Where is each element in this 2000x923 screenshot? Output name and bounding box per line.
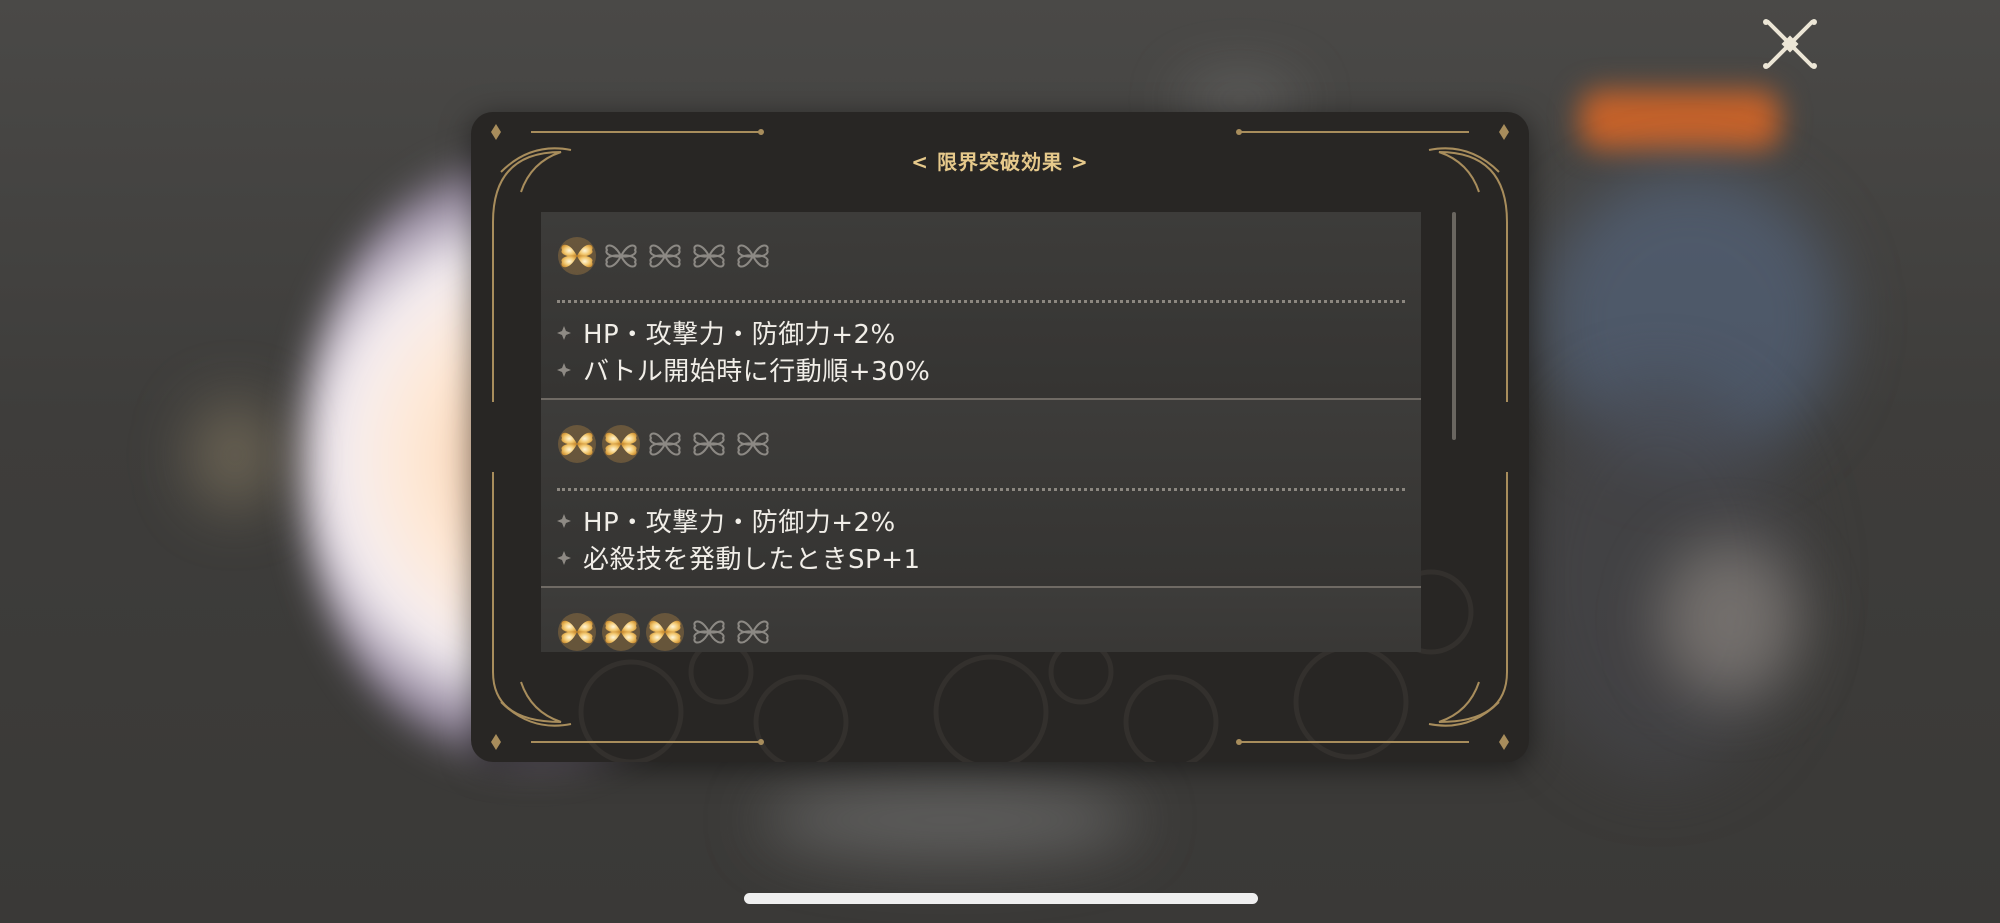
effect-item: HP・攻撃力・防御力+2% <box>557 314 930 351</box>
effect-list: HP・攻撃力・防御力+2% バトル開始時に行動順+30% <box>557 314 930 388</box>
background-element-right <box>1660 540 1800 700</box>
star-empty-icon <box>737 244 769 268</box>
diamond-bullet-icon <box>557 513 571 528</box>
background-orange-element <box>1580 90 1780 150</box>
effect-item: HP・攻撃力・防御力+2% <box>557 502 921 539</box>
star-rating <box>557 236 773 276</box>
star-filled-icon <box>602 613 640 651</box>
limit-break-level-3 <box>541 588 1421 652</box>
limit-break-level-2: HP・攻撃力・防御力+2% 必殺技を発動したときSP+1 <box>541 400 1421 588</box>
background-bottom-element <box>760 780 1140 860</box>
effect-text: 必殺技を発動したときSP+1 <box>583 545 921 575</box>
effect-text: バトル開始時に行動順+30% <box>583 357 931 387</box>
star-filled-icon <box>558 237 596 275</box>
dotted-divider <box>557 488 1405 491</box>
dotted-divider <box>557 300 1405 303</box>
close-button[interactable] <box>1760 16 1820 72</box>
star-empty-icon <box>693 620 725 644</box>
star-filled-icon <box>558 425 596 463</box>
diamond-bullet-icon <box>557 550 571 565</box>
limit-break-dialog: < 限界突破効果 > HP・攻撃力・防御力+2% バトル開始時に行動順+30% <box>471 112 1529 762</box>
effect-text: HP・攻撃力・防御力+2% <box>583 320 896 350</box>
star-rating <box>557 612 773 652</box>
effect-item: バトル開始時に行動順+30% <box>557 351 930 388</box>
effect-item: 必殺技を発動したときSP+1 <box>557 539 921 576</box>
star-empty-icon <box>649 432 681 456</box>
star-empty-icon <box>693 432 725 456</box>
dialog-title: < 限界突破効果 > <box>911 150 1089 174</box>
star-filled-icon <box>646 613 684 651</box>
home-indicator[interactable] <box>744 893 1258 904</box>
close-icon <box>1763 19 1817 69</box>
star-empty-icon <box>649 244 681 268</box>
star-filled-icon <box>602 425 640 463</box>
star-empty-icon <box>693 244 725 268</box>
diamond-bullet-icon <box>557 325 571 340</box>
limit-break-effect-list[interactable]: HP・攻撃力・防御力+2% バトル開始時に行動順+30% HP・攻撃力・防御力+… <box>541 212 1421 652</box>
list-scrollbar[interactable] <box>1452 212 1456 440</box>
background-left-arrow <box>190 400 280 510</box>
star-empty-icon <box>605 244 637 268</box>
star-empty-icon <box>737 432 769 456</box>
star-filled-icon <box>558 613 596 651</box>
effect-list: HP・攻撃力・防御力+2% 必殺技を発動したときSP+1 <box>557 502 921 576</box>
limit-break-level-1: HP・攻撃力・防御力+2% バトル開始時に行動順+30% <box>541 212 1421 400</box>
diamond-bullet-icon <box>557 362 571 377</box>
star-rating <box>557 424 773 464</box>
effect-text: HP・攻撃力・防御力+2% <box>583 508 896 538</box>
star-empty-icon <box>737 620 769 644</box>
